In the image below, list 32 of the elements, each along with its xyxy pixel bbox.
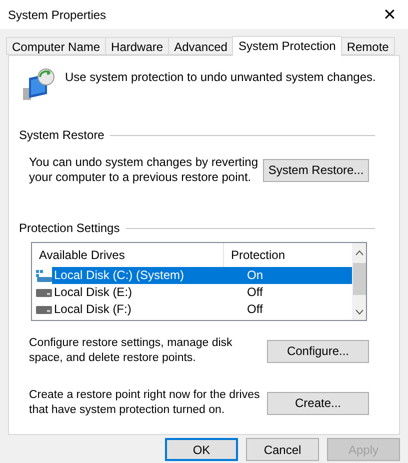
- intro-text: Use system protection to undo unwanted system changes.: [65, 70, 376, 85]
- scrollbar[interactable]: [352, 243, 366, 320]
- system-drive-icon: [36, 270, 52, 282]
- protection-status: Off: [246, 284, 264, 301]
- drive-icon: [36, 288, 52, 296]
- drive-name[interactable]: Local Disk (E:): [52, 284, 240, 301]
- system-restore-button[interactable]: System Restore...: [263, 158, 369, 182]
- tab[interactable]: Remote: [340, 37, 395, 55]
- drive-name[interactable]: Local Disk (C:) (System): [52, 267, 240, 284]
- tab[interactable]: Computer Name: [6, 37, 106, 55]
- tab[interactable]: Hardware: [105, 37, 170, 55]
- computer-restore-icon: [21, 68, 55, 102]
- action-description: Configure restore settings, manage disk space, and delete restore points.: [29, 336, 234, 366]
- protection-status: Off: [246, 301, 264, 318]
- tab[interactable]: Advanced: [168, 37, 234, 55]
- scroll-down-icon[interactable]: [354, 309, 364, 315]
- drive-name[interactable]: Local Disk (F:): [52, 301, 240, 318]
- dialog-button[interactable]: Cancel: [246, 438, 319, 461]
- dialog-button[interactable]: OK: [165, 438, 238, 461]
- scroll-up-icon[interactable]: [354, 250, 364, 256]
- action-description: Create a restore point right now for the drives that have system protection turned on.: [29, 388, 261, 418]
- drive-icon: [36, 306, 52, 314]
- column-header[interactable]: Protection: [224, 243, 352, 267]
- section-heading: System Restore: [19, 128, 104, 143]
- action-button[interactable]: Configure...: [267, 340, 369, 362]
- protection-status: On: [240, 267, 352, 284]
- tab[interactable]: System Protection: [232, 36, 342, 56]
- close-button[interactable]: ✕: [383, 4, 400, 24]
- section-heading: Protection Settings: [19, 221, 120, 236]
- window-title: System Properties: [8, 8, 106, 22]
- action-button[interactable]: Create...: [267, 392, 369, 414]
- restore-description: You can undo system changes by reverting your computer to a previous restore point.: [29, 155, 259, 185]
